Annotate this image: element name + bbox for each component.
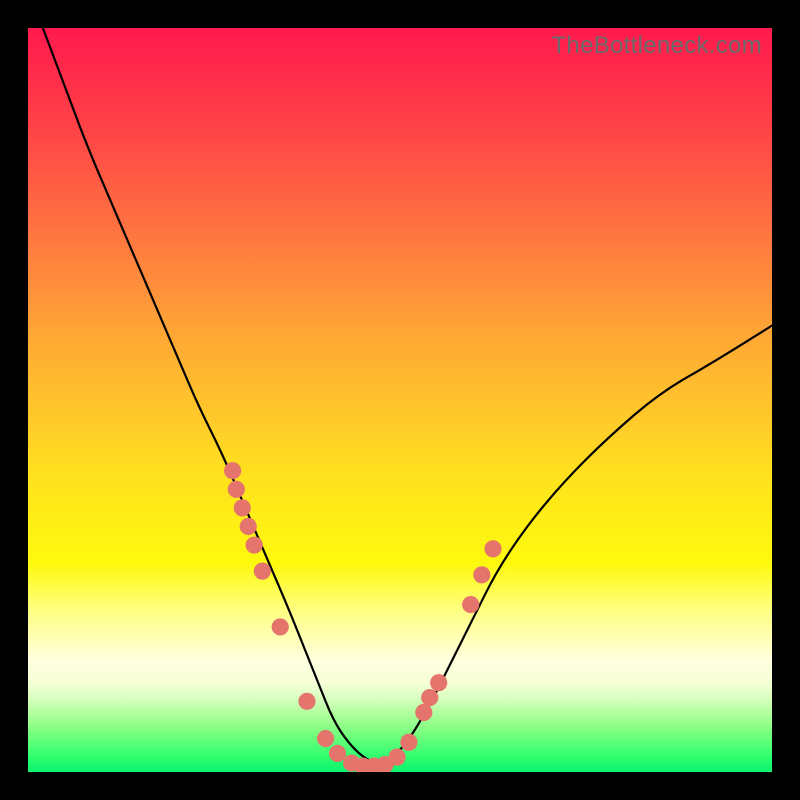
data-marker (473, 566, 490, 583)
data-marker (228, 481, 245, 498)
data-marker (234, 499, 251, 516)
data-marker (317, 730, 334, 747)
data-marker (246, 536, 263, 553)
data-marker (224, 462, 241, 479)
bottleneck-curve (43, 28, 772, 763)
data-marker (421, 689, 438, 706)
data-marker (388, 749, 405, 766)
data-markers (224, 462, 502, 772)
chart-frame: TheBottleneck.com (0, 0, 800, 800)
data-marker (484, 540, 501, 557)
data-marker (430, 674, 447, 691)
data-marker (400, 734, 417, 751)
data-marker (415, 704, 432, 721)
data-marker (254, 563, 271, 580)
data-marker (462, 596, 479, 613)
data-marker (272, 618, 289, 635)
chart-svg (28, 28, 772, 772)
data-marker (298, 693, 315, 710)
plot-area: TheBottleneck.com (28, 28, 772, 772)
data-marker (240, 518, 257, 535)
data-marker (329, 745, 346, 762)
